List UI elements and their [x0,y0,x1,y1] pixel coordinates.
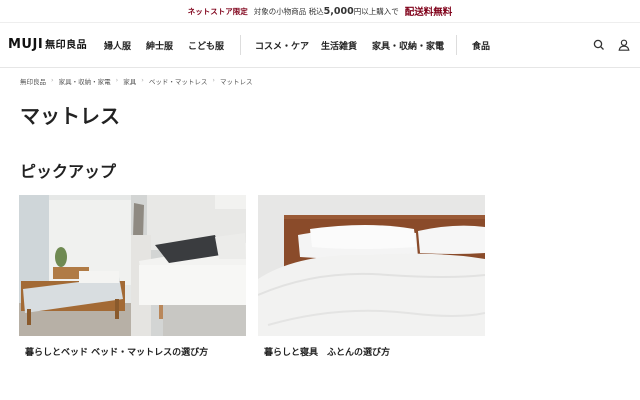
breadcrumb-item[interactable]: 無印良品 [20,76,46,86]
user-icon[interactable] [616,37,632,53]
site-header: MUJI 無印良品 婦人服 紳士服 こども服 コスメ・ケア 生活雑貨 家具・収納・… [0,23,640,68]
promo-highlight: 配送料無料 [404,7,453,18]
nav-divider [456,35,457,55]
nav-item-furniture[interactable]: 家具・収納・家電 [372,39,444,52]
page-title: マットレス [20,104,120,128]
card-caption: 暮らしと寝具 ふとんの選び方 [264,348,391,358]
chevron-right-icon: › [51,76,54,84]
promo-bar[interactable]: ネットストア限定 対象の小物商品 税込5,000円以上購入で 配送料無料 [0,0,640,23]
nav-item-food[interactable]: 食品 [472,39,490,52]
nav-item-goods[interactable]: 生活雑貨 [321,39,357,52]
chevron-right-icon: › [212,76,215,84]
chevron-right-icon: › [141,76,144,84]
nav-item-cosme[interactable]: コスメ・ケア [255,39,309,52]
bedroom-photo [19,195,246,336]
breadcrumb-item[interactable]: 家具 [123,76,136,86]
pickup-card-bed-guide[interactable]: 暮らしとベッド ベッド・マットレスの選び方 [19,195,246,365]
nav-item-kids[interactable]: こども服 [188,39,224,52]
search-icon[interactable] [591,37,607,53]
chevron-right-icon: › [115,76,119,84]
bedding-photo [258,195,485,336]
promo-tag: ネットストア限定 [187,6,248,16]
nav-divider [240,35,241,55]
breadcrumb: 無印良品 › 家具・収納・家電 › 家具 › ベッド・マットレス › マットレス [20,76,252,86]
nav-item-mens[interactable]: 紳士服 [146,39,173,52]
logo[interactable]: MUJI 無印良品 [8,36,87,52]
breadcrumb-item[interactable]: 家具・収納・家電 [59,76,111,86]
section-title: ピックアップ [20,162,117,181]
promo-condition: 対象の小物商品 税込5,000円以上購入で [253,5,399,17]
breadcrumb-item[interactable]: ベッド・マットレス [149,76,208,86]
nav-item-womens[interactable]: 婦人服 [104,39,131,52]
card-caption: 暮らしとベッド ベッド・マットレスの選び方 [25,348,209,358]
pickup-card-futon-guide[interactable]: 暮らしと寝具 ふとんの選び方 [258,195,485,365]
breadcrumb-item-current: マットレス [219,78,253,86]
